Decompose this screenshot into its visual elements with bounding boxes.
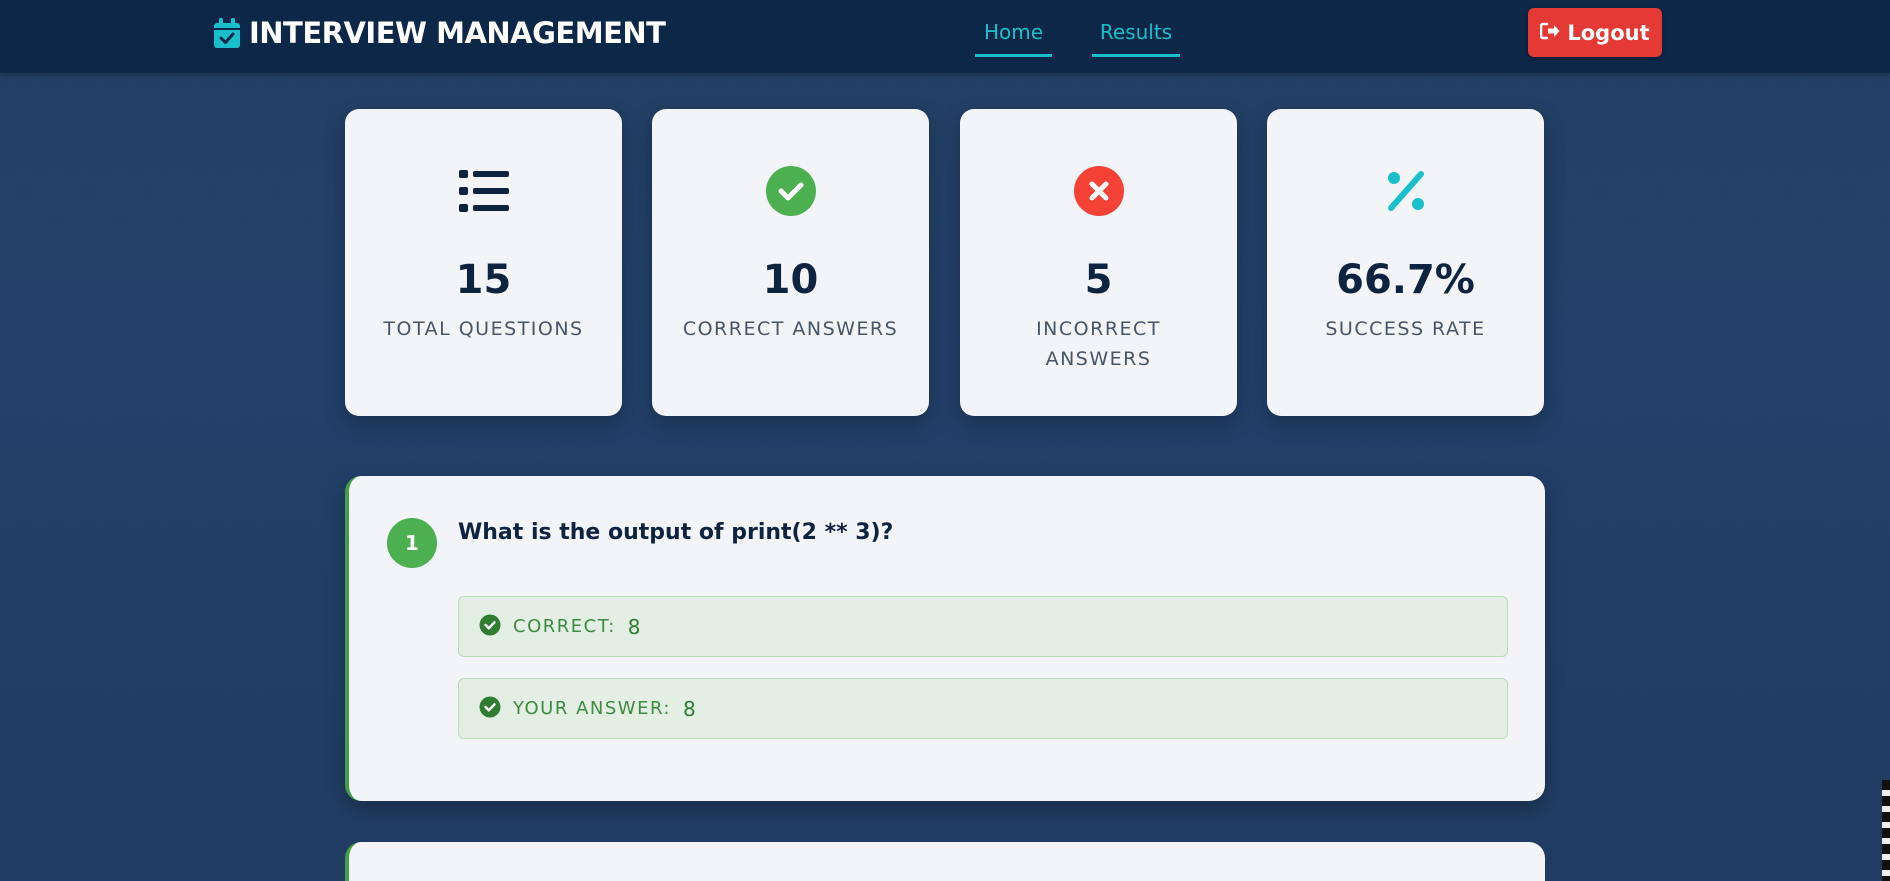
stat-card-success-rate: 66.7% SUCCESS RATE xyxy=(1267,109,1544,416)
correct-answer-box: CORRECT: 8 xyxy=(458,596,1508,657)
logout-button[interactable]: Logout xyxy=(1528,8,1662,57)
stat-value: 5 xyxy=(1084,257,1113,303)
nav-results-link[interactable]: Results xyxy=(1092,20,1180,57)
stat-card-correct-answers: 10 CORRECT ANSWERS xyxy=(652,109,929,416)
x-circle-icon xyxy=(1073,165,1125,217)
percent-icon xyxy=(1380,165,1432,217)
question-number-badge: 1 xyxy=(387,518,437,568)
sign-out-icon xyxy=(1540,21,1567,45)
correct-label: CORRECT: xyxy=(513,616,616,637)
scrollbar[interactable] xyxy=(1882,780,1890,881)
brand[interactable]: INTERVIEW MANAGEMENT xyxy=(213,16,666,50)
check-circle-icon xyxy=(479,696,501,722)
stat-label: INCORRECT ANSWERS xyxy=(1036,318,1161,370)
check-circle-icon xyxy=(479,614,501,640)
top-navbar: INTERVIEW MANAGEMENT Home Results Logout xyxy=(0,0,1890,73)
stat-label: TOTAL QUESTIONS xyxy=(383,318,584,340)
stat-value: 15 xyxy=(455,257,512,303)
stat-label: SUCCESS RATE xyxy=(1325,318,1486,340)
stat-card-incorrect-answers: 5 INCORRECT ANSWERS xyxy=(960,109,1237,416)
question-card xyxy=(345,842,1545,881)
check-circle-icon xyxy=(765,165,817,217)
nav-home-link[interactable]: Home xyxy=(975,20,1052,57)
correct-value: 8 xyxy=(627,614,641,639)
your-answer-value: 8 xyxy=(682,696,696,721)
your-answer-label: YOUR ANSWER: xyxy=(513,698,671,719)
your-answer-box: YOUR ANSWER: 8 xyxy=(458,678,1508,739)
stat-value: 66.7% xyxy=(1336,257,1475,303)
logout-label: Logout xyxy=(1567,20,1650,45)
stat-label: CORRECT ANSWERS xyxy=(682,318,899,340)
question-text: What is the output of print(2 ** 3)? xyxy=(458,520,894,545)
stat-value: 10 xyxy=(762,257,819,303)
stat-card-total-questions: 15 TOTAL QUESTIONS xyxy=(345,109,622,416)
list-icon xyxy=(458,165,510,217)
brand-title: INTERVIEW MANAGEMENT xyxy=(249,16,666,50)
question-card: 1 What is the output of print(2 ** 3)? C… xyxy=(345,476,1545,801)
calendar-check-icon xyxy=(213,17,241,49)
